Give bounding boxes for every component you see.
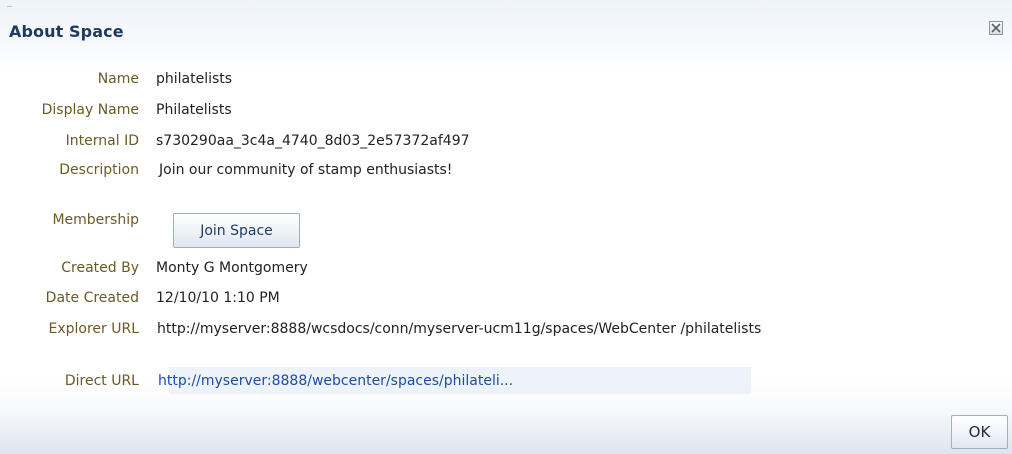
explorer-url-row: Explorer URL http://myserver:8888/wcsdoc…	[0, 321, 847, 338]
internal-id-value: s730290aa_3c4a_4740_8d03_2e57372af497	[156, 133, 470, 149]
internal-id-row: Internal ID s730290aa_3c4a_4740_8d03_2e5…	[0, 133, 470, 149]
ok-button[interactable]: OK	[951, 415, 1008, 449]
created-by-row: Created By Monty G Montgomery	[0, 260, 308, 276]
display-name-row: Display Name Philatelists	[0, 102, 232, 118]
date-created-value: 12/10/10 1:10 PM	[156, 290, 280, 306]
name-value: philatelists	[156, 71, 233, 87]
membership-row: Membership	[0, 212, 156, 228]
date-created-label: Date Created	[45, 290, 139, 306]
description-value: Join our community of stamp enthusiasts!	[159, 162, 453, 178]
description-row: Description Join our community of stamp …	[0, 162, 452, 178]
direct-url-row: Direct URL http://myserver:8888/webcente…	[0, 373, 513, 389]
close-x-icon	[990, 22, 1002, 34]
description-label: Description	[59, 162, 139, 178]
internal-id-label: Internal ID	[65, 133, 139, 149]
explorer-url-value: http://myserver:8888/wcsdocs/conn/myserv…	[157, 321, 762, 337]
join-space-button[interactable]: Join Space	[173, 213, 300, 248]
membership-label: Membership	[52, 212, 139, 228]
dialog-title: About Space	[9, 22, 124, 41]
explorer-url-label: Explorer URL	[48, 321, 139, 337]
created-by-label: Created By	[61, 260, 139, 276]
direct-url-link[interactable]: http://myserver:8888/webcenter/spaces/ph…	[158, 373, 513, 389]
date-created-row: Date Created 12/10/10 1:10 PM	[0, 290, 280, 306]
direct-url-label: Direct URL	[64, 373, 139, 389]
display-name-label: Display Name	[41, 102, 139, 118]
created-by-value: Monty G Montgomery	[156, 260, 308, 276]
name-row: Name philatelists	[0, 71, 232, 87]
name-label: Name	[97, 71, 139, 87]
close-button[interactable]	[989, 21, 1003, 35]
about-space-dialog: About Space Name philatelists Display Na…	[0, 0, 1012, 454]
display-name-value: Philatelists	[156, 102, 232, 118]
dialog-corner-mark	[7, 6, 12, 7]
